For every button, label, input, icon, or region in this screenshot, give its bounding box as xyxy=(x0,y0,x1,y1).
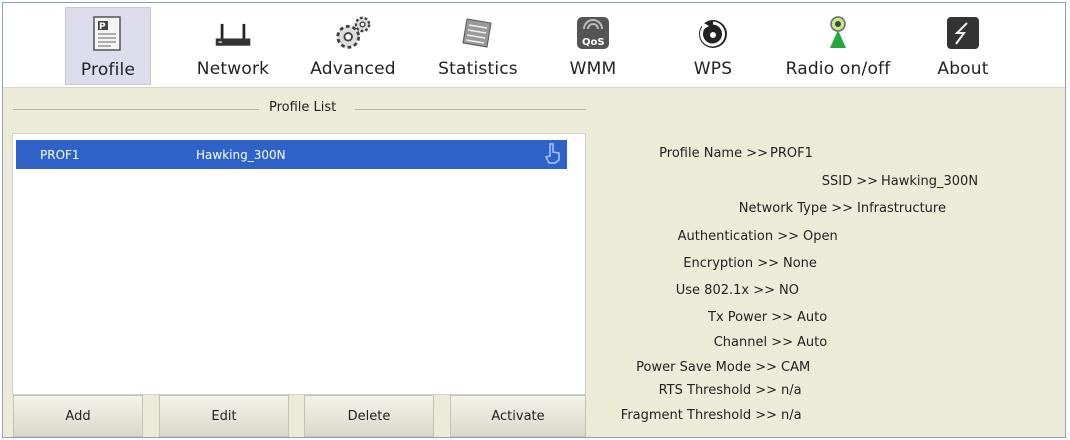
detail-use-8021x: Use 802.1x >> NO xyxy=(675,283,799,298)
toolbar: P Profile Network Advanced Statistics Qo… xyxy=(3,3,1065,88)
detail-encryption: Encryption >> None xyxy=(683,256,817,271)
tab-profile[interactable]: P Profile xyxy=(65,7,151,85)
detail-ssid: SSID >> Hawking_300N xyxy=(821,174,979,189)
qos-icon: QoS xyxy=(573,13,613,53)
tab-profile-label: Profile xyxy=(80,60,136,80)
divider xyxy=(355,109,586,110)
tab-advanced[interactable]: Advanced xyxy=(303,7,403,85)
profile-row-name: PROF1 xyxy=(40,148,80,162)
detail-tx-power: Tx Power >> Auto xyxy=(708,310,828,325)
detail-profile-name: Profile Name >> PROF1 xyxy=(659,146,813,161)
svg-text:QoS: QoS xyxy=(582,37,605,48)
detail-power-save-mode: Power Save Mode >> CAM xyxy=(636,360,811,375)
profile-icon: P xyxy=(88,14,128,54)
about-icon xyxy=(943,13,983,53)
statistics-icon xyxy=(458,13,498,53)
detail-fragment-threshold: Fragment Threshold >> n/a xyxy=(620,408,802,423)
tab-advanced-label: Advanced xyxy=(310,59,396,79)
tab-statistics[interactable]: Statistics xyxy=(428,7,528,85)
profile-page: Profile List PROF1 Hawking_300N Add Edit… xyxy=(3,88,1065,437)
profile-row-ssid: Hawking_300N xyxy=(196,148,286,162)
detail-authentication: Authentication >> Open xyxy=(677,229,838,244)
edit-button[interactable]: Edit xyxy=(159,395,289,437)
wps-icon xyxy=(693,13,733,53)
add-button[interactable]: Add xyxy=(13,395,143,437)
radio-icon xyxy=(818,13,858,53)
activate-button[interactable]: Activate xyxy=(450,395,586,437)
tab-wmm-label: WMM xyxy=(569,59,617,79)
tab-wps[interactable]: WPS xyxy=(678,7,748,85)
profile-list-header: Profile List xyxy=(13,100,586,120)
tab-wps-label: WPS xyxy=(693,59,733,79)
tab-network[interactable]: Network xyxy=(188,7,278,85)
hand-pointer-icon xyxy=(544,142,562,167)
gear-icon xyxy=(333,13,373,53)
tab-about[interactable]: About xyxy=(928,7,998,85)
detail-channel: Channel >> Auto xyxy=(713,335,828,350)
tab-radio-label: Radio on/off xyxy=(785,59,891,79)
delete-button[interactable]: Delete xyxy=(304,395,434,437)
tab-radio-on-off[interactable]: Radio on/off xyxy=(773,7,903,85)
svg-text:P: P xyxy=(99,22,106,32)
tab-about-label: About xyxy=(937,59,989,79)
tab-network-label: Network xyxy=(196,59,270,79)
app-window: P Profile Network Advanced Statistics Qo… xyxy=(2,2,1066,438)
profile-row[interactable]: PROF1 Hawking_300N xyxy=(16,140,567,169)
tab-wmm[interactable]: QoS WMM xyxy=(558,7,628,85)
detail-rts-threshold: RTS Threshold >> n/a xyxy=(658,383,802,398)
detail-network-type: Network Type >> Infrastructure xyxy=(738,201,946,216)
profile-list-title: Profile List xyxy=(269,100,337,115)
profile-list[interactable]: PROF1 Hawking_300N xyxy=(12,133,586,395)
router-icon xyxy=(213,13,253,53)
tab-statistics-label: Statistics xyxy=(438,59,518,79)
divider xyxy=(13,109,259,110)
